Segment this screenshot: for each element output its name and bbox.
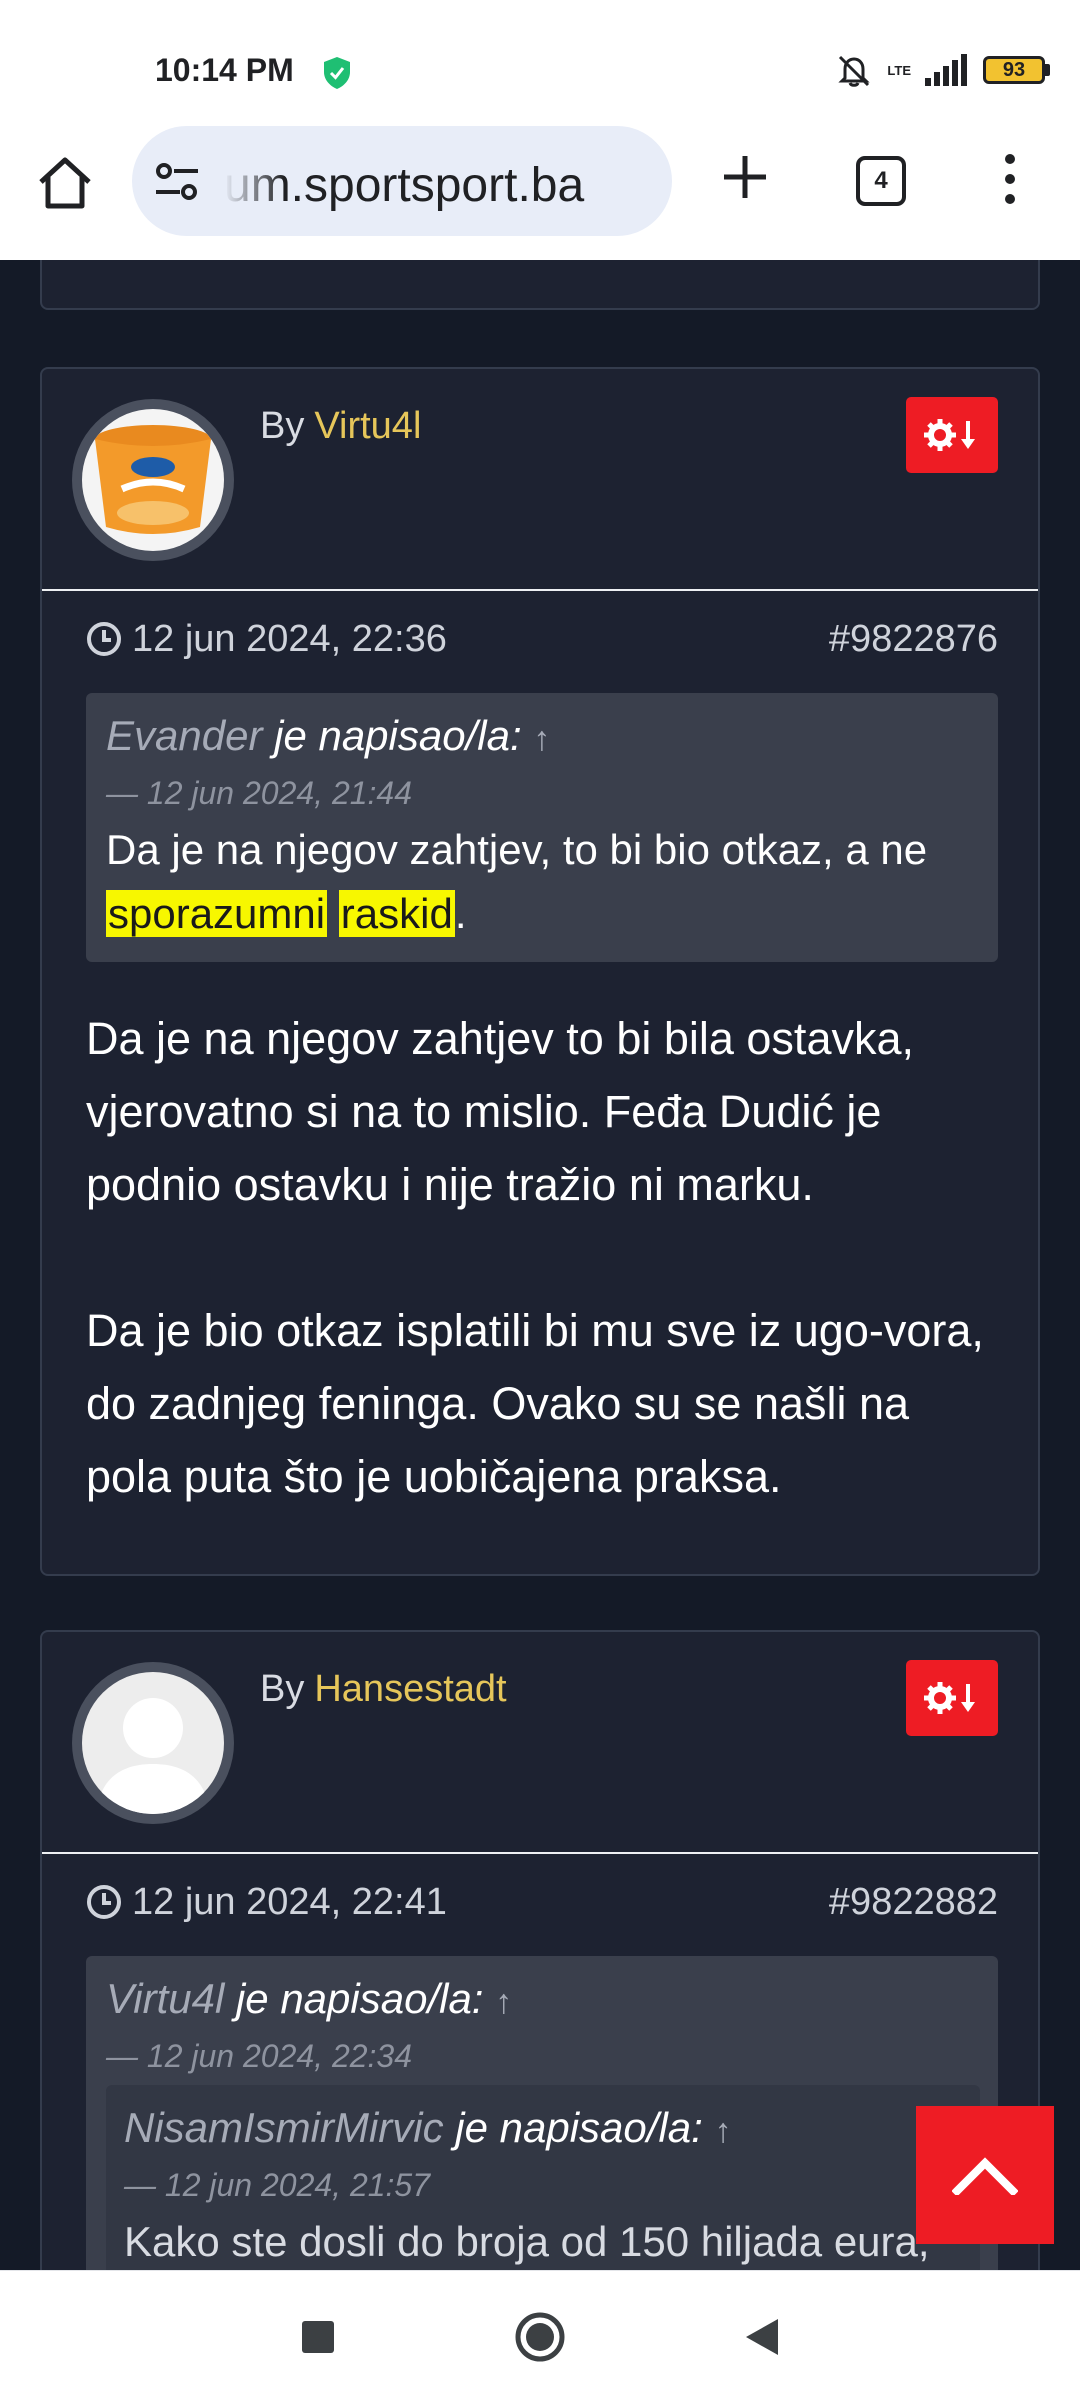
previous-post-card <box>40 260 1040 310</box>
post-id-link[interactable]: #9822876 <box>829 618 998 661</box>
home-button[interactable] <box>32 150 98 216</box>
forum-post: By Virtu4l 12 jun 2024, 22:36 #9822876 E… <box>40 367 1040 1576</box>
url-text[interactable]: um.sportsport.ba <box>224 158 664 213</box>
overflow-menu-button[interactable] <box>990 146 1030 212</box>
search-highlight: raskid <box>338 890 455 937</box>
clock-icon <box>87 1885 121 1919</box>
quote-jump-arrow-icon[interactable]: ↑ <box>495 1983 512 2021</box>
quote-text-end: . <box>454 890 467 937</box>
gear-arrow-icon <box>924 419 975 451</box>
post-meta: 12 jun 2024, 22:41 #9822882 <box>86 1874 998 1930</box>
new-tab-icon[interactable] <box>712 144 778 210</box>
network-type: LTE <box>887 62 911 78</box>
quote-header: NisamIsmirMirvic je napisao/la: ↑ <box>124 2099 960 2160</box>
post-author-line: By Hansestadt <box>260 1668 507 1711</box>
cheese-cup-avatar-image <box>82 409 224 551</box>
post-body: 12 jun 2024, 22:41 #9822882 Virtu4l je n… <box>42 1854 1038 2270</box>
quote-text: Da je na njegov zahtjev, to bi bio otkaz… <box>106 818 978 946</box>
search-highlight: sporazumni <box>106 890 328 937</box>
quoted-user[interactable]: Virtu4l <box>106 1975 224 2022</box>
forum-content: By Virtu4l 12 jun 2024, 22:36 #9822876 E… <box>0 260 1080 2270</box>
post-text: Da je na njegov zahtjev to bi bila ostav… <box>86 1002 998 1513</box>
bell-muted-icon <box>838 55 871 87</box>
post-meta: 12 jun 2024, 22:36 #9822876 <box>86 611 998 667</box>
avatar[interactable] <box>72 399 234 561</box>
post-id-link[interactable]: #9822882 <box>829 1881 998 1924</box>
scroll-to-top-button[interactable] <box>916 2106 1054 2244</box>
quote-block: Evander je napisao/la: ↑ — 12 jun 2024, … <box>86 693 998 962</box>
by-label: By <box>260 1668 305 1710</box>
quote-date: — 12 jun 2024, 21:44 <box>106 775 413 811</box>
post-date: 12 jun 2024, 22:41 <box>132 1880 447 1923</box>
quote-wrote-label: je napisao/la: <box>274 712 522 759</box>
browser-toolbar: um.sportsport.ba 4 <box>0 120 1080 260</box>
home-circle-icon[interactable] <box>514 2311 566 2363</box>
post-paragraph: Da je bio otkaz isplatili bi mu sve iz u… <box>86 1305 984 1502</box>
author-link[interactable]: Virtu4l <box>314 405 421 447</box>
quote-text-part: Da je na njegov zahtjev, to bi bio otkaz… <box>106 826 928 873</box>
quote-date: — 12 jun 2024, 22:34 <box>106 2038 413 2074</box>
clock-icon <box>87 622 121 656</box>
avatar[interactable] <box>72 1662 234 1824</box>
quote-jump-arrow-icon[interactable]: ↑ <box>533 720 550 758</box>
quote-wrote-label: je napisao/la: <box>455 2104 703 2151</box>
post-date: 12 jun 2024, 22:36 <box>132 617 447 660</box>
quote-date: — 12 jun 2024, 21:57 <box>124 2167 431 2203</box>
quote-wrote-label: je napisao/la: <box>235 1975 484 2022</box>
post-author-line: By Virtu4l <box>260 405 421 448</box>
post-options-button[interactable] <box>906 397 998 473</box>
home-icon <box>39 157 91 209</box>
post-header: By Hansestadt <box>42 1632 1038 1854</box>
status-icons: LTE 93 <box>835 52 1050 88</box>
quote-jump-arrow-icon[interactable]: ↑ <box>714 2112 731 2150</box>
site-settings-icon[interactable] <box>154 160 200 204</box>
post-header: By Virtu4l <box>42 369 1038 591</box>
vpn-shield-icon <box>324 57 350 89</box>
quoted-user[interactable]: NisamIsmirMirvic <box>124 2104 444 2151</box>
nested-quote-block: NisamIsmirMirvic je napisao/la: ↑ — 12 j… <box>106 2085 980 2270</box>
quote-text: Kako ste dosli do broja od 150 hiljada e… <box>124 2218 930 2265</box>
author-link[interactable]: Hansestadt <box>314 1668 506 1710</box>
system-navigation-bar <box>0 2270 1080 2400</box>
post-options-button[interactable] <box>906 1660 998 1736</box>
forum-post: By Hansestadt 12 jun 2024, 22:41 #982288… <box>40 1630 1040 2270</box>
tab-count: 4 <box>874 167 888 194</box>
by-label: By <box>260 405 305 447</box>
address-bar[interactable]: um.sportsport.ba <box>132 126 672 236</box>
default-user-avatar-icon <box>82 1672 224 1814</box>
quote-header: Evander je napisao/la: ↑ <box>106 707 978 768</box>
gear-arrow-icon <box>924 1682 975 1714</box>
battery-icon: 93 <box>983 56 1050 84</box>
quote-header: Virtu4l je napisao/la: ↑ <box>106 1970 980 2031</box>
battery-level: 93 <box>1002 58 1026 81</box>
post-paragraph: Da je na njegov zahtjev to bi bila ostav… <box>86 1013 914 1210</box>
back-triangle-icon[interactable] <box>742 2317 782 2357</box>
signal-icon <box>925 54 967 86</box>
status-time: 10:14 PM <box>155 52 294 88</box>
post-body: 12 jun 2024, 22:36 #9822876 Evander je n… <box>42 591 1038 1553</box>
quoted-user[interactable]: Evander <box>106 712 262 759</box>
chevron-up-icon <box>952 2157 1018 2195</box>
quote-block: Virtu4l je napisao/la: ↑ — 12 jun 2024, … <box>86 1956 998 2270</box>
tab-switcher-button[interactable]: 4 <box>856 156 906 206</box>
recents-square-icon[interactable] <box>300 2319 336 2355</box>
